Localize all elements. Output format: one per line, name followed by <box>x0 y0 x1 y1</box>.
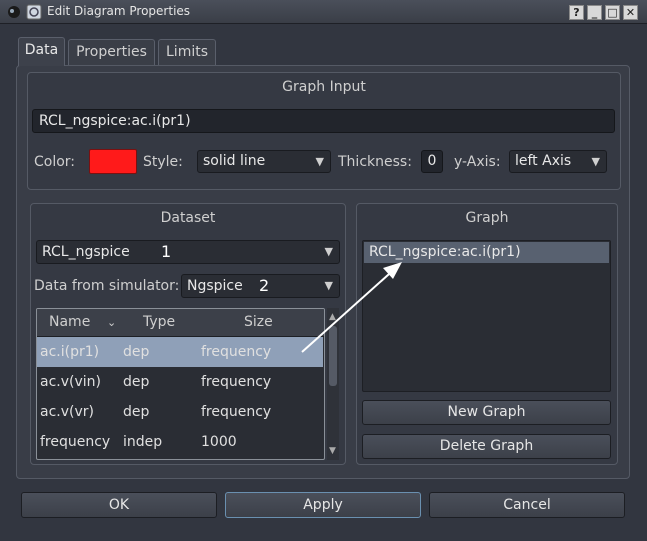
y-axis-select-value: left Axis <box>515 153 572 169</box>
y-axis-select[interactable]: left Axis ▼ <box>509 150 607 173</box>
cell-size: frequency <box>201 344 272 360</box>
table-row[interactable]: ac.v(vr) dep frequency <box>37 397 323 427</box>
simulator-select-value: Ngspice <box>187 278 243 294</box>
table-scrollbar[interactable]: ▲ ▼ <box>327 308 339 460</box>
simulator-label: Data from simulator: <box>34 278 180 294</box>
graph-input-field[interactable]: RCL_ngspice:ac.i(pr1) <box>32 109 615 133</box>
window-menu-icon[interactable] <box>26 4 42 20</box>
graph-input-title: Graph Input <box>282 79 366 95</box>
cell-size: 1000 <box>201 434 237 450</box>
tab-limits[interactable]: Limits <box>158 39 216 65</box>
thickness-label: Thickness: <box>338 154 412 170</box>
cell-type: dep <box>123 404 150 420</box>
scrollbar-thumb[interactable] <box>329 326 337 386</box>
cancel-button[interactable]: Cancel <box>429 492 625 518</box>
annotation-marker-1: 1 <box>161 242 172 261</box>
close-button[interactable]: ✕ <box>623 5 638 20</box>
y-axis-label: y-Axis: <box>454 154 501 170</box>
dataset-select[interactable]: RCL_ngspice ▼ <box>36 240 340 264</box>
thickness-input[interactable]: 0 <box>421 150 443 173</box>
cell-type: dep <box>123 374 150 390</box>
tab-data[interactable]: Data <box>18 37 65 66</box>
dataset-title: Dataset <box>160 210 216 226</box>
tab-properties[interactable]: Properties <box>68 39 155 65</box>
apply-button[interactable]: Apply <box>225 492 421 518</box>
chevron-down-icon: ▼ <box>324 279 333 292</box>
minimize-button[interactable]: _ <box>587 5 602 20</box>
table-row[interactable]: ac.i(pr1) dep frequency <box>37 337 323 367</box>
style-label: Style: <box>143 154 183 170</box>
column-header-name[interactable]: Name <box>49 309 90 336</box>
cell-type: indep <box>123 434 163 450</box>
chevron-down-icon: ▼ <box>315 155 324 168</box>
cell-type: dep <box>123 344 150 360</box>
ok-button[interactable]: OK <box>21 492 217 518</box>
chevron-down-icon: ▼ <box>324 245 333 258</box>
cell-size: frequency <box>201 404 272 420</box>
maximize-button[interactable]: □ <box>605 5 620 20</box>
app-logo-icon <box>6 4 22 20</box>
graph-title: Graph <box>465 210 509 226</box>
color-label: Color: <box>34 154 76 170</box>
cell-name: ac.v(vr) <box>40 404 94 420</box>
cell-size: frequency <box>201 374 272 390</box>
color-swatch-button[interactable] <box>89 149 137 174</box>
window-title: Edit Diagram Properties <box>47 4 191 18</box>
chevron-down-icon: ▼ <box>591 155 600 168</box>
cell-name: ac.i(pr1) <box>40 344 100 360</box>
scroll-up-icon[interactable]: ▲ <box>329 312 336 322</box>
new-graph-button[interactable]: New Graph <box>362 400 611 425</box>
table-header: Name ⌄ Type Size <box>37 309 324 337</box>
column-header-type[interactable]: Type <box>143 309 175 336</box>
style-select[interactable]: solid line ▼ <box>197 150 331 173</box>
variable-table: Name ⌄ Type Size ac.i(pr1) dep frequency ac… <box>36 308 325 460</box>
scroll-down-icon[interactable]: ▼ <box>329 446 336 456</box>
cell-name: frequency <box>40 434 111 450</box>
table-row[interactable]: ac.v(vin) dep frequency <box>37 367 323 397</box>
style-select-value: solid line <box>203 153 266 169</box>
help-button[interactable]: ? <box>569 5 584 20</box>
sort-chevron-icon[interactable]: ⌄ <box>107 309 116 336</box>
graph-list-item[interactable]: RCL_ngspice:ac.i(pr1) <box>364 242 609 263</box>
graph-list[interactable]: RCL_ngspice:ac.i(pr1) <box>362 240 611 392</box>
column-header-size[interactable]: Size <box>244 309 273 336</box>
annotation-marker-2: 2 <box>259 276 270 295</box>
dataset-select-value: RCL_ngspice <box>42 244 130 260</box>
delete-graph-button[interactable]: Delete Graph <box>362 434 611 459</box>
cell-name: ac.v(vin) <box>40 374 101 390</box>
table-row[interactable]: frequency indep 1000 <box>37 427 323 457</box>
